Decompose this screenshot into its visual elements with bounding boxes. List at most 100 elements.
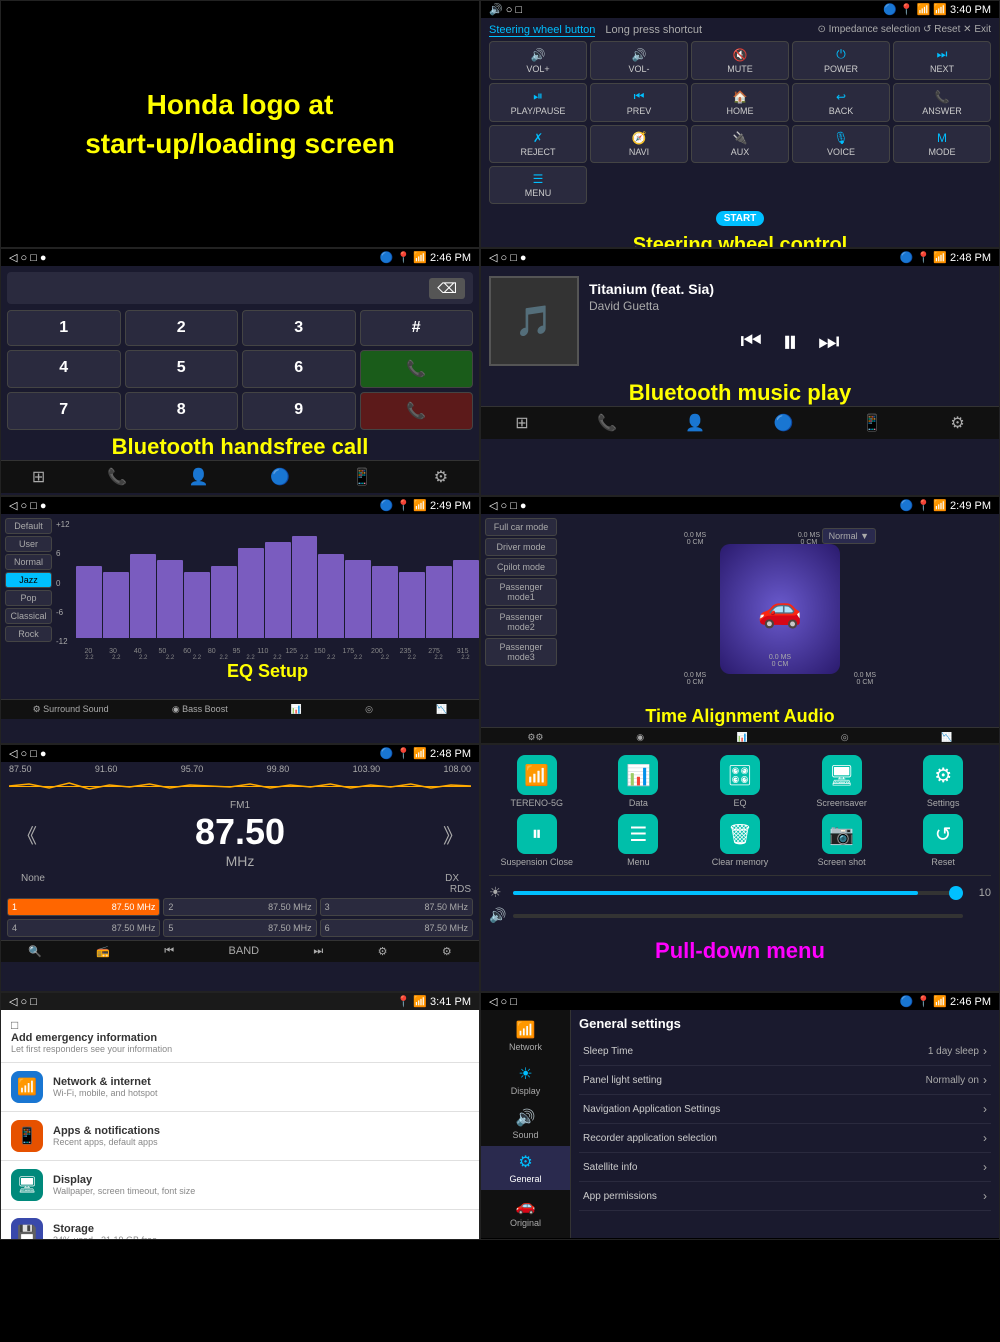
bottom-bluetooth[interactable]: 🔵 — [270, 467, 290, 487]
gs-row-recorder[interactable]: Recorder application selection › — [579, 1124, 991, 1153]
gs-row-nav[interactable]: Navigation Application Settings › — [579, 1095, 991, 1124]
fm-next-arrow[interactable]: 》 — [443, 820, 463, 849]
play-btn[interactable]: ⏸ — [782, 323, 798, 361]
gs-sidebar-sound[interactable]: 🔊 Sound — [481, 1102, 570, 1146]
android-item-display[interactable]: 🖥 Display Wallpaper, screen timeout, fon… — [1, 1161, 479, 1209]
mb-apps[interactable]: ⊞ — [515, 413, 528, 433]
eq-preset-classical[interactable]: Classical — [5, 608, 52, 624]
fm-preset-4[interactable]: 487.50 MHz — [7, 919, 160, 937]
dial-9[interactable]: 9 — [242, 392, 356, 430]
sw-btn-reject[interactable]: ✗REJECT — [489, 125, 587, 163]
gs-sidebar-display[interactable]: ☀ Display — [481, 1058, 570, 1102]
sw-btn-menu[interactable]: ☰MENU — [489, 166, 587, 204]
dial-8[interactable]: 8 — [125, 392, 239, 430]
pd-icon-screenshot[interactable]: 📷 Screen shot — [794, 814, 890, 867]
ta-full-car[interactable]: Full car mode — [485, 518, 557, 536]
fm-band-btn[interactable]: BAND — [229, 945, 260, 958]
eq-preset-default[interactable]: Default — [5, 518, 52, 534]
fm-search[interactable]: 🔍 — [28, 945, 42, 958]
ta-surround-btn[interactable]: ◉ — [636, 732, 644, 743]
bottom-bt2[interactable]: 📱 — [352, 467, 372, 487]
dial-end[interactable]: 📞 — [360, 392, 474, 430]
eq-surround[interactable]: ⚙ Surround Sound — [33, 704, 109, 715]
pd-icon-data[interactable]: 📊 Data — [591, 755, 687, 808]
sw-btn-back[interactable]: ↩BACK — [792, 83, 890, 122]
bottom-phone[interactable]: 📞 — [107, 467, 127, 487]
gs-sidebar-network[interactable]: 📶 Network — [481, 1014, 570, 1058]
fm-radio[interactable]: 📻 — [96, 945, 110, 958]
android-item-storage[interactable]: 💾 Storage 34% used - 21.19 GB free — [1, 1210, 479, 1240]
sw-btn-prev[interactable]: ⏮PREV — [590, 83, 688, 122]
fm-settings[interactable]: ⚙ — [442, 945, 452, 958]
ta-passenger3[interactable]: Passenger mode3 — [485, 638, 557, 666]
sw-btn-home[interactable]: 🏠HOME — [691, 83, 789, 122]
ta-passenger2[interactable]: Passenger mode2 — [485, 608, 557, 636]
sw-btn-power[interactable]: ⏻POWER — [792, 41, 890, 80]
ta-signal-btn[interactable]: 📊 — [737, 732, 748, 743]
gs-row-permissions[interactable]: App permissions › — [579, 1182, 991, 1211]
ta-driver[interactable]: Driver mode — [485, 538, 557, 556]
ta-eq-btn[interactable]: ⚙⚙ — [527, 732, 543, 743]
sw-btn-vol-plus[interactable]: 🔊VOL+ — [489, 41, 587, 80]
fm-preset-5[interactable]: 587.50 MHz — [163, 919, 316, 937]
sw-btn-voice[interactable]: 🎙VOICE — [792, 125, 890, 163]
eq-preset-rock[interactable]: Rock — [5, 626, 52, 642]
backspace-btn[interactable]: ⌫ — [429, 278, 465, 299]
prev-btn[interactable]: ⏮ — [740, 328, 762, 356]
bottom-apps[interactable]: ⊞ — [32, 467, 45, 487]
dial-1[interactable]: 1 — [7, 310, 121, 346]
sw-btn-mode[interactable]: MMODE — [893, 125, 991, 163]
ta-normal-dropdown[interactable]: Normal ▼ — [822, 528, 876, 544]
fm-preset-3[interactable]: 387.50 MHz — [320, 898, 473, 916]
mb-bt2[interactable]: 📱 — [862, 413, 882, 433]
pd-icon-settings[interactable]: ⚙ Settings — [895, 755, 991, 808]
gs-sidebar-original[interactable]: 🚗 Original — [481, 1190, 570, 1234]
ta-ta-btn[interactable]: ◎ — [841, 732, 849, 743]
android-item-apps[interactable]: 📱 Apps & notifications Recent apps, defa… — [1, 1112, 479, 1160]
ta-passenger1[interactable]: Passenger mode1 — [485, 578, 557, 606]
start-badge[interactable]: START — [716, 211, 765, 226]
pd-icon-eq[interactable]: 🎛 EQ — [692, 755, 788, 808]
fm-prev[interactable]: ⏮ — [164, 945, 174, 958]
brightness-track[interactable] — [513, 891, 963, 895]
dial-7[interactable]: 7 — [7, 392, 121, 430]
mb-phone[interactable]: 📞 — [597, 413, 617, 433]
sw-btn-answer[interactable]: 📞ANSWER — [893, 83, 991, 122]
mb-contacts[interactable]: 👤 — [685, 413, 705, 433]
eq-eq[interactable]: ◎ — [365, 704, 373, 715]
ta-more-btn[interactable]: 📉 — [941, 732, 952, 743]
fm-next[interactable]: ⏭ — [313, 945, 323, 958]
pd-icon-reset[interactable]: ↺ Reset — [895, 814, 991, 867]
eq-preset-normal[interactable]: Normal — [5, 554, 52, 570]
android-item-network[interactable]: 📶 Network & internet Wi-Fi, mobile, and … — [1, 1063, 479, 1111]
fm-preset-6[interactable]: 687.50 MHz — [320, 919, 473, 937]
sw-btn-mute[interactable]: 🔇MUTE — [691, 41, 789, 80]
eq-preset-jazz[interactable]: Jazz — [5, 572, 52, 588]
gs-sidebar-general[interactable]: ⚙ General — [481, 1146, 570, 1190]
bottom-settings[interactable]: ⚙ — [434, 467, 448, 487]
pd-icon-menu[interactable]: ☰ Menu — [591, 814, 687, 867]
bottom-contacts[interactable]: 👤 — [189, 467, 209, 487]
dial-4[interactable]: 4 — [7, 350, 121, 388]
mb-settings[interactable]: ⚙ — [950, 413, 964, 433]
sw-tab-steering[interactable]: Steering wheel button — [489, 24, 595, 37]
ta-cpilot[interactable]: Cpilot mode — [485, 558, 557, 576]
gs-row-satellite[interactable]: Satellite info › — [579, 1153, 991, 1182]
fm-preset-1[interactable]: 187.50 MHz — [7, 898, 160, 916]
pd-icon-wifi[interactable]: 📶 TERENO-5G — [489, 755, 585, 808]
eq-more[interactable]: 📉 — [436, 704, 447, 715]
dial-call[interactable]: 📞 — [360, 350, 474, 388]
volume-track[interactable] — [513, 914, 963, 918]
eq-bassboost[interactable]: ◉ Bass Boost — [172, 704, 228, 715]
sw-btn-vol-minus[interactable]: 🔊VOL- — [590, 41, 688, 80]
sw-tab-longpress[interactable]: Long press shortcut — [605, 24, 702, 37]
dial-5[interactable]: 5 — [125, 350, 239, 388]
gs-row-sleep[interactable]: Sleep Time 1 day sleep › — [579, 1037, 991, 1066]
next-btn[interactable]: ⏭ — [818, 328, 840, 356]
fm-preset-2[interactable]: 287.50 MHz — [163, 898, 316, 916]
eq-preset-user[interactable]: User — [5, 536, 52, 552]
pd-icon-suspend[interactable]: ⏸ Suspension Close — [489, 814, 585, 867]
sw-btn-playpause[interactable]: ⏯PLAY/PAUSE — [489, 83, 587, 122]
sw-btn-aux[interactable]: 🔌AUX — [691, 125, 789, 163]
dial-3[interactable]: 3 — [242, 310, 356, 346]
